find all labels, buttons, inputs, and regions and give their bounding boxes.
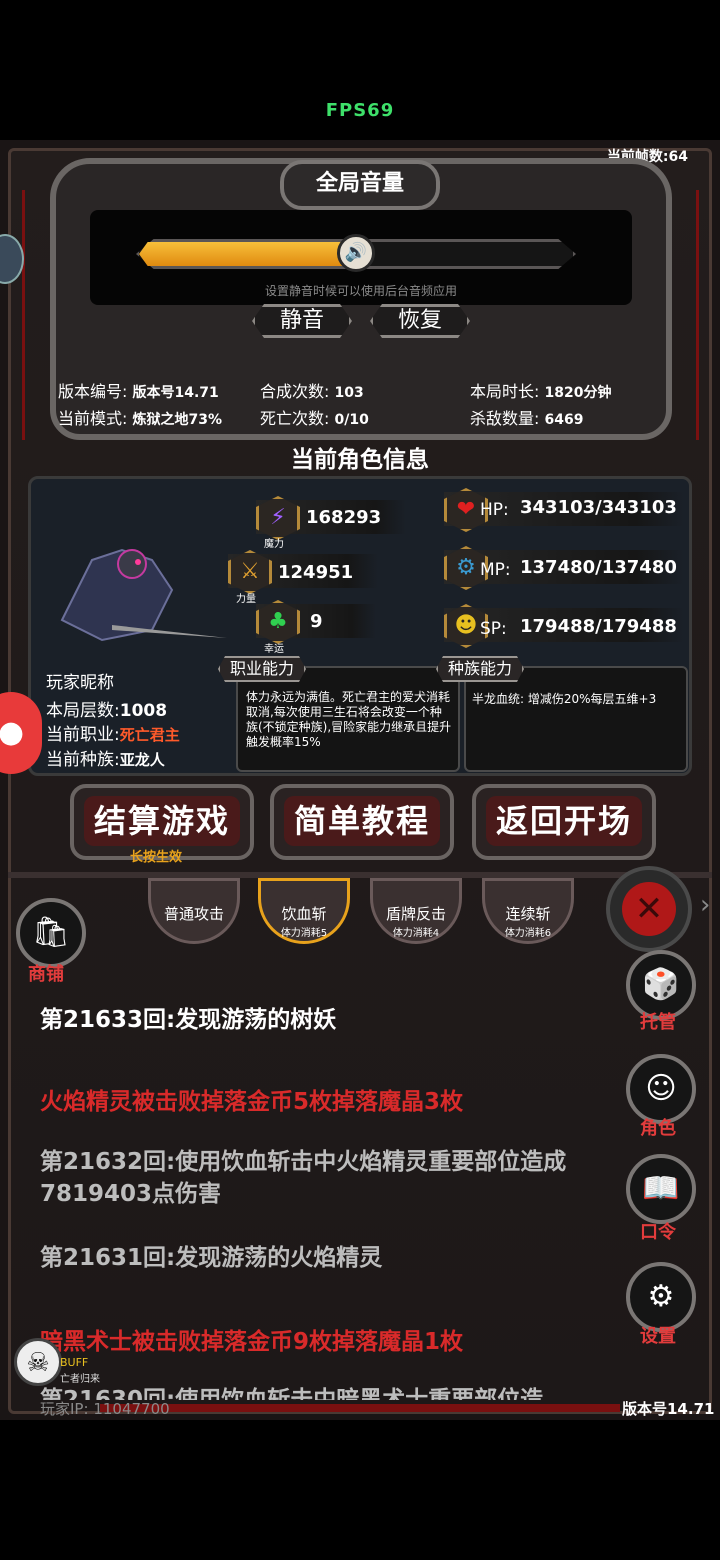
auto-label: 托管 xyxy=(640,1012,676,1033)
shop-button[interactable]: 🛍 xyxy=(16,898,86,968)
footer-version: 版本号14.71 xyxy=(622,1400,715,1418)
skull-icon[interactable]: ☠ xyxy=(14,1338,62,1386)
player-ip: 玩家IP: 11047700 xyxy=(40,1398,170,1419)
tutorial-button[interactable]: 简单教程 xyxy=(270,784,454,860)
craft-value: 103 xyxy=(334,385,364,401)
back-to-start-button[interactable]: 返回开场 xyxy=(472,784,656,860)
class-ability-text: 体力永远为满值。死亡君主的爱犬消耗取消,每次使用三生石将会改变一个种族(不锁定种… xyxy=(246,690,452,749)
hp-value: 343103/343103 xyxy=(520,497,677,518)
role-label: 角色 xyxy=(640,1118,676,1139)
speaker-icon[interactable]: 🔊 xyxy=(337,234,375,272)
log-line: 第21631回:发现游荡的火焰精灵 xyxy=(40,1245,383,1271)
fps-counter: FPS69 xyxy=(325,100,395,121)
player-ip-value: 11047700 xyxy=(93,1400,170,1418)
tutorial-label: 简单教程 xyxy=(284,796,440,846)
mute-button[interactable]: 静音 xyxy=(252,304,352,338)
skill-cost: 体力消耗5 xyxy=(280,928,328,939)
version-stat: 版本编号: 版本号14.71 xyxy=(58,378,219,402)
buff-sub: 亡者归来 xyxy=(60,1374,100,1385)
race-stat: 当前种族:亚龙人 xyxy=(46,745,165,770)
class-stat: 当前职业:死亡君主 xyxy=(46,720,180,745)
hp-label: HP: xyxy=(480,500,509,520)
battle-log: 第21633回:发现游荡的树妖 火焰精灵被击败掉落金币5枚掉落魔晶3枚 第216… xyxy=(28,990,628,1400)
mp-label: MP: xyxy=(480,560,511,580)
mode-value: 炼狱之地73% xyxy=(132,412,223,428)
skill-cost: 体力消耗6 xyxy=(504,928,552,939)
floor-stat: 本局层数:1008 xyxy=(46,696,167,721)
class-label: 当前职业: xyxy=(46,725,120,745)
skill-name: 普通攻击 xyxy=(163,905,224,923)
duration-value: 1820分钟 xyxy=(544,385,612,401)
mode-label: 当前模式: xyxy=(58,409,128,428)
floor-label: 本局层数: xyxy=(46,701,120,721)
frame-accent-right xyxy=(696,190,699,440)
skill-cost: 体力消耗4 xyxy=(392,928,440,939)
strength-value: 124951 xyxy=(278,562,354,583)
settle-hint: 长按生效 xyxy=(130,850,183,865)
volume-title: 全局音量 xyxy=(280,160,440,210)
skill-name: 连续斩 xyxy=(505,905,551,923)
craft-stat: 合成次数: 103 xyxy=(260,378,364,402)
frame-accent-left xyxy=(22,190,25,440)
class-ability-tab[interactable]: 职业能力 xyxy=(218,656,307,682)
kills-label: 杀敌数量: xyxy=(470,409,540,428)
magic-label: 魔力 xyxy=(264,539,284,550)
sp-label: SP: xyxy=(480,619,507,639)
user-bubble-icon[interactable]: ● xyxy=(0,692,42,774)
race-ability-text: 半龙血统: 增减伤20%每层五维+3 xyxy=(472,692,657,706)
character-section-title: 当前角色信息 xyxy=(291,447,429,473)
buff-label: BUFF xyxy=(60,1356,89,1369)
skill-blood-slash[interactable]: 饮血斩 体力消耗5 xyxy=(258,878,350,944)
class-value: 死亡君主 xyxy=(119,726,180,744)
log-line: 火焰精灵被击败掉落金币5枚掉落魔晶3枚 xyxy=(40,1089,464,1115)
code-label: 口令 xyxy=(640,1222,676,1243)
death-value: 0/10 xyxy=(334,412,369,428)
kills-stat: 杀敌数量: 6469 xyxy=(470,405,583,429)
character-avatar xyxy=(42,530,232,650)
craft-label: 合成次数: xyxy=(260,382,330,401)
skill-shield-counter[interactable]: 盾牌反击 体力消耗4 xyxy=(370,878,462,944)
mp-value: 137480/137480 xyxy=(520,557,677,578)
log-line: 暗黑术士被击败掉落金币9枚掉落魔晶1枚 xyxy=(40,1329,464,1355)
restore-button[interactable]: 恢复 xyxy=(370,304,470,338)
duration-stat: 本局时长: 1820分钟 xyxy=(470,378,611,402)
death-label: 死亡次数: xyxy=(260,409,330,428)
lower-divider xyxy=(8,872,712,878)
footer-bar xyxy=(100,1404,620,1412)
skill-name: 饮血斩 xyxy=(281,905,327,923)
duration-label: 本局时长: xyxy=(470,382,540,401)
close-icon: ✕ xyxy=(622,882,676,936)
book-icon[interactable]: 📖 xyxy=(626,1154,696,1224)
log-line: 第21632回:使用饮血斩击中火焰精灵重要部位造成7819403点伤害 xyxy=(40,1149,567,1207)
volume-slider-fill xyxy=(139,242,356,266)
mode-stat: 当前模式: 炼狱之地73% xyxy=(58,405,222,429)
nickname-label: 玩家昵称 xyxy=(46,673,114,693)
settings-label: 设置 xyxy=(640,1326,676,1347)
log-line: 第21633回:发现游荡的树妖 xyxy=(40,1007,337,1033)
close-button[interactable]: ✕ xyxy=(606,866,692,952)
shop-label: 商铺 xyxy=(28,964,64,985)
floor-value: 1008 xyxy=(119,701,168,721)
chevron-right-icon[interactable]: › xyxy=(700,890,710,920)
magic-value: 168293 xyxy=(306,507,382,528)
race-ability-tab[interactable]: 种族能力 xyxy=(436,656,525,682)
back-label: 返回开场 xyxy=(486,796,642,846)
version-label: 版本编号: xyxy=(58,382,128,401)
sp-value: 179488/179488 xyxy=(520,616,677,637)
luck-value: 9 xyxy=(310,611,323,632)
player-ip-label: 玩家IP: xyxy=(40,1400,89,1418)
skill-combo-slash[interactable]: 连续斩 体力消耗6 xyxy=(482,878,574,944)
settle-game-label: 结算游戏 xyxy=(84,796,240,846)
death-stat: 死亡次数: 0/10 xyxy=(260,405,369,429)
race-value: 亚龙人 xyxy=(119,751,165,769)
volume-hint: 设置静音时候可以使用后台音频应用 xyxy=(264,284,457,298)
race-label: 当前种族: xyxy=(46,750,120,770)
version-value: 版本号14.71 xyxy=(132,385,219,401)
luck-label: 幸运 xyxy=(264,644,284,655)
skill-name: 盾牌反击 xyxy=(385,905,446,923)
strength-label: 力量 xyxy=(236,594,256,605)
kills-value: 6469 xyxy=(544,412,584,428)
